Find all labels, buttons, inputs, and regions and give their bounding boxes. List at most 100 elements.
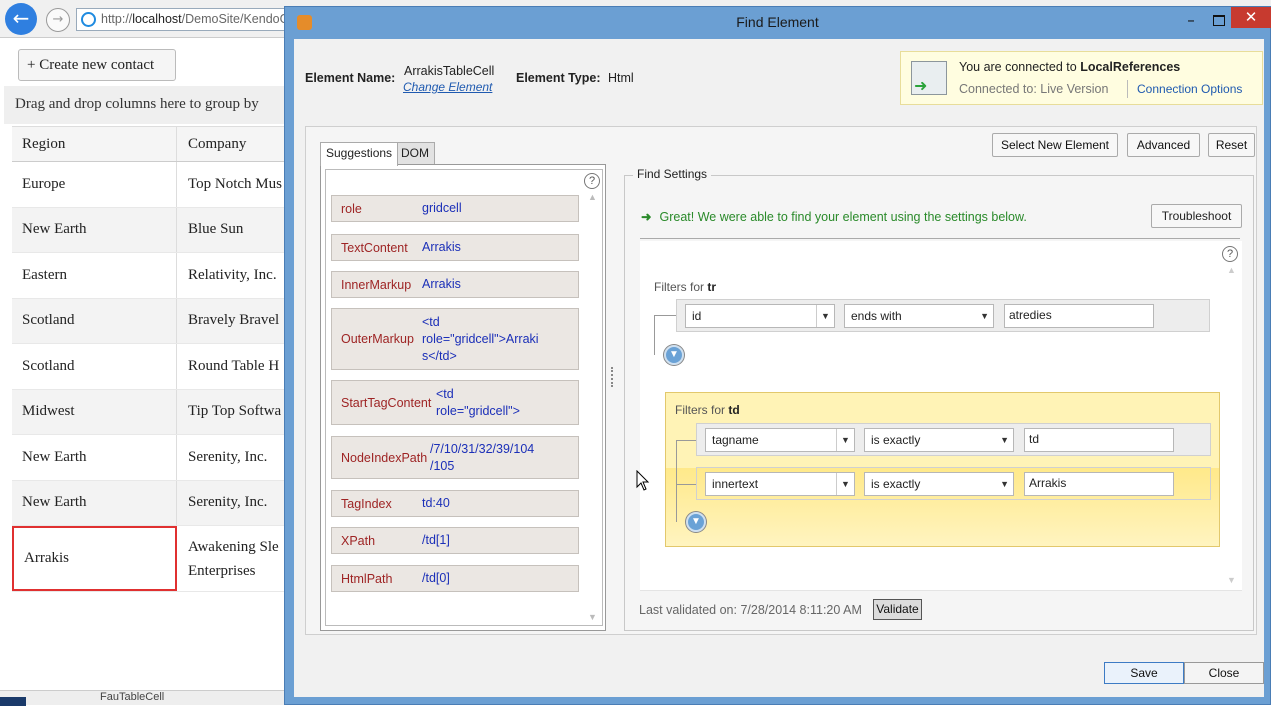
- filter-group-td: Filters for td tagname ▼ is exactly ▼ td…: [665, 392, 1220, 547]
- suggestion-item[interactable]: role gridcell: [331, 195, 579, 222]
- suggestion-item[interactable]: TextContent Arrakis: [331, 234, 579, 261]
- find-element-dialog: Find Element – ✕ Element Name: ArrakisTa…: [284, 6, 1271, 705]
- scroll-up-icon[interactable]: ▲: [1227, 265, 1236, 275]
- cell-region[interactable]: Midwest: [12, 389, 177, 434]
- table-row[interactable]: Eastern Relativity, Inc.: [12, 253, 304, 299]
- attribute-select[interactable]: id ▼: [685, 304, 835, 328]
- connection-options-link[interactable]: Connection Options: [1137, 82, 1242, 96]
- add-filter-icon[interactable]: ▼: [686, 512, 706, 532]
- address-host: localhost: [132, 12, 182, 26]
- suggestions-list: ? ▲ ▼ role gridcell TextContent Arrakis: [325, 169, 603, 626]
- highlighted-cell-region[interactable]: Arrakis: [12, 526, 177, 591]
- attribute-value: tagname: [712, 433, 759, 447]
- table-row[interactable]: Scotland Bravely Bravel: [12, 298, 304, 344]
- success-arrow-icon: ➜: [641, 210, 652, 224]
- operator-select[interactable]: is exactly ▼: [864, 428, 1014, 452]
- attribute-select[interactable]: tagname ▼: [705, 428, 855, 452]
- operator-value: is exactly: [871, 477, 921, 491]
- cell-region[interactable]: Scotland: [12, 298, 177, 343]
- save-button[interactable]: Save: [1104, 662, 1184, 684]
- web-page: + Create new contact Drag and drop colum…: [4, 38, 304, 705]
- suggestions-scrollbar[interactable]: ▲ ▼: [587, 192, 599, 622]
- table-row[interactable]: Scotland Round Table H: [12, 344, 304, 390]
- scroll-down-icon[interactable]: ▼: [1227, 575, 1236, 585]
- suggestion-item[interactable]: HtmlPath /td[0]: [331, 565, 579, 592]
- chevron-down-icon: ▼: [980, 311, 989, 321]
- validate-button[interactable]: Validate: [873, 599, 922, 620]
- troubleshoot-button[interactable]: Troubleshoot: [1151, 204, 1242, 228]
- cell-region[interactable]: New Earth: [12, 480, 177, 525]
- address-bar[interactable]: http://localhost/DemoSite/KendoG: [76, 8, 316, 31]
- cell-region[interactable]: New Earth: [12, 207, 177, 252]
- suggestion-item[interactable]: XPath /td[1]: [331, 527, 579, 554]
- element-type-value: Html: [608, 71, 634, 85]
- attribute-select[interactable]: innertext ▼: [705, 472, 855, 496]
- advanced-button[interactable]: Advanced: [1127, 133, 1200, 157]
- create-contact-button[interactable]: + Create new contact: [18, 49, 176, 81]
- suggestion-key: NodeIndexPath: [341, 450, 428, 465]
- filters-scrollbar[interactable]: ▲ ▼: [1226, 265, 1238, 585]
- filters-for-label: Filters for: [654, 280, 705, 294]
- chevron-down-icon: ▼: [816, 305, 834, 327]
- suggestion-key: TagIndex: [341, 496, 392, 511]
- help-icon[interactable]: ?: [584, 173, 600, 189]
- filter-value-input[interactable]: atredies: [1004, 304, 1154, 328]
- filter-value-input[interactable]: Arrakis: [1024, 472, 1174, 496]
- suggestion-item[interactable]: InnerMarkup Arrakis: [331, 271, 579, 298]
- table-row[interactable]: Midwest Tip Top Softwa: [12, 389, 304, 435]
- scroll-up-icon[interactable]: ▲: [588, 192, 597, 202]
- selected-table-row[interactable]: Arrakis Awakening Sle Enterprises: [12, 526, 304, 592]
- tree-node-text[interactable]: FauTableCell: [100, 691, 164, 703]
- add-filter-icon[interactable]: ▼: [664, 345, 684, 365]
- suggestion-value: /7/10/31/32/39/104 /105: [430, 441, 535, 473]
- column-header-region[interactable]: Region: [12, 127, 177, 161]
- cell-region[interactable]: Eastern: [12, 253, 177, 298]
- connection-prefix: You are connected to: [959, 60, 1077, 74]
- tab-suggestions[interactable]: Suggestions: [320, 142, 399, 166]
- operator-value: is exactly: [871, 433, 921, 447]
- cell-region[interactable]: Scotland: [12, 344, 177, 389]
- suggestion-item[interactable]: TagIndex td:40: [331, 490, 579, 517]
- suggestion-value: /td[0]: [422, 571, 450, 585]
- connection-status-text: You are connected to LocalReferences: [959, 60, 1180, 74]
- explorer-strip: FauTableCell: [0, 690, 300, 706]
- table-row[interactable]: New Earth Serenity, Inc.: [12, 480, 304, 526]
- filters-area: ? ▲ ▼ Filters for tr id ▼ ends with ▼ at…: [640, 241, 1242, 591]
- suggestion-key: role: [341, 201, 362, 216]
- filter-value-input[interactable]: td: [1024, 428, 1174, 452]
- help-icon[interactable]: ?: [1222, 246, 1238, 262]
- ie-icon: [81, 12, 96, 27]
- select-new-element-button[interactable]: Select New Element: [992, 133, 1118, 157]
- connection-icon: [911, 61, 947, 96]
- splitter-handle[interactable]: [611, 367, 617, 387]
- suggestion-item[interactable]: NodeIndexPath /7/10/31/32/39/104 /105: [331, 436, 579, 479]
- close-button[interactable]: Close: [1184, 662, 1264, 684]
- table-row[interactable]: Europe Top Notch Mus: [12, 162, 304, 208]
- maximize-icon[interactable]: [1209, 12, 1229, 32]
- dialog-titlebar[interactable]: Find Element – ✕: [285, 7, 1271, 39]
- grid-header-row: Region Company: [12, 126, 304, 162]
- forward-arrow-icon[interactable]: →: [46, 8, 70, 32]
- success-message: ➜ Great! We were able to find your elemen…: [641, 209, 1027, 224]
- divider: [1127, 80, 1128, 98]
- close-icon[interactable]: ✕: [1231, 7, 1271, 28]
- reset-button[interactable]: Reset: [1208, 133, 1255, 157]
- change-element-link[interactable]: Change Element: [403, 80, 492, 94]
- operator-select[interactable]: is exactly ▼: [864, 472, 1014, 496]
- suggestion-item[interactable]: OuterMarkup <td role="gridcell">Arraki s…: [331, 308, 579, 370]
- table-row[interactable]: New Earth Serenity, Inc.: [12, 435, 304, 481]
- operator-value: ends with: [851, 309, 902, 323]
- operator-select[interactable]: ends with ▼: [844, 304, 994, 328]
- cell-region[interactable]: Europe: [12, 162, 177, 207]
- scroll-down-icon[interactable]: ▼: [588, 612, 597, 622]
- suggestion-item[interactable]: StartTagContent <td role="gridcell">: [331, 380, 579, 425]
- cell-region[interactable]: New Earth: [12, 435, 177, 480]
- minimize-icon[interactable]: –: [1181, 13, 1201, 33]
- group-by-drop-zone[interactable]: Drag and drop columns here to group by: [4, 86, 304, 124]
- back-arrow-icon[interactable]: ←: [5, 3, 37, 35]
- table-row[interactable]: New Earth Blue Sun: [12, 207, 304, 253]
- find-settings-legend: Find Settings: [633, 167, 712, 181]
- suggestion-value: Arrakis: [422, 277, 461, 291]
- tab-dom[interactable]: DOM: [395, 142, 435, 165]
- filter-row: tagname ▼ is exactly ▼ td: [696, 423, 1211, 456]
